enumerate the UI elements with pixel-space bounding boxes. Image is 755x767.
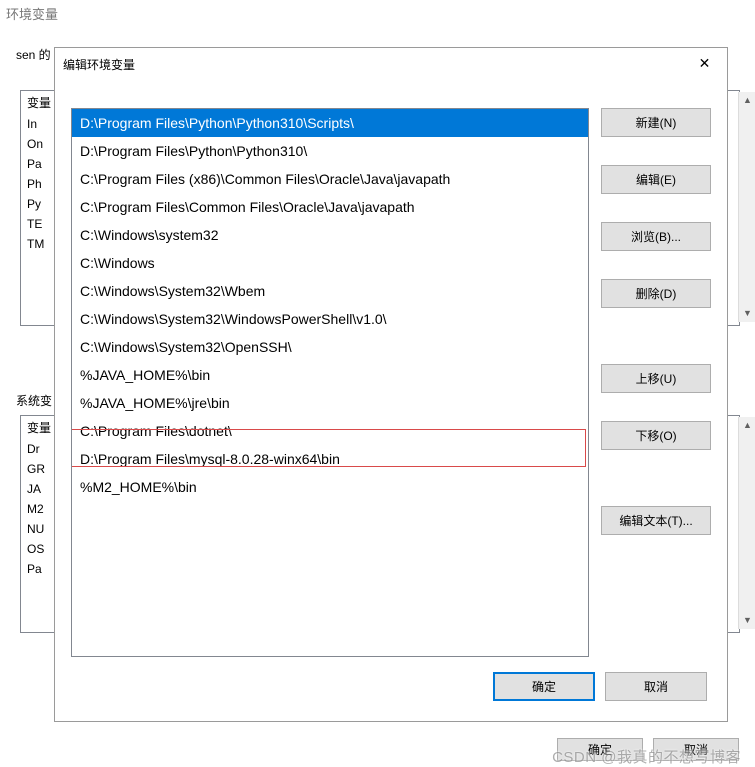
path-entry[interactable]: %M2_HOME%\bin xyxy=(72,473,588,501)
scroll-down-icon[interactable]: ▼ xyxy=(739,612,755,629)
path-entry[interactable]: D:\Program Files\Python\Python310\Script… xyxy=(72,109,588,137)
watermark: CSDN @我真的不想写博客 xyxy=(552,746,741,767)
scroll-up-icon[interactable]: ▲ xyxy=(739,417,755,434)
path-entry[interactable]: %JAVA_HOME%\bin xyxy=(72,361,588,389)
delete-button[interactable]: 删除(D) xyxy=(601,279,711,308)
dialog-title: 编辑环境变量 xyxy=(63,56,135,73)
movedown-button[interactable]: 下移(O) xyxy=(601,421,711,450)
side-buttons: 新建(N) 编辑(E) 浏览(B)... 删除(D) 上移(U) 下移(O) 编… xyxy=(601,108,711,657)
path-entry[interactable]: C:\Windows\system32 xyxy=(72,221,588,249)
cancel-button[interactable]: 取消 xyxy=(605,672,707,701)
user-vars-label: sen 的 xyxy=(16,46,51,63)
path-entries-listbox[interactable]: D:\Program Files\Python\Python310\Script… xyxy=(71,108,589,657)
path-entry[interactable]: C:\Program Files\Common Files\Oracle\Jav… xyxy=(72,193,588,221)
user-vars-scrollbar[interactable]: ▲ ▼ xyxy=(738,92,755,322)
new-button[interactable]: 新建(N) xyxy=(601,108,711,137)
path-entry[interactable]: C:\Windows xyxy=(72,249,588,277)
dialog-footer: 确定 取消 xyxy=(493,672,707,701)
path-entry[interactable]: D:\Program Files\mysql-8.0.28-winx64\bin xyxy=(72,445,588,473)
edit-env-var-dialog: 编辑环境变量 ✕ D:\Program Files\Python\Python3… xyxy=(54,47,728,722)
ok-button[interactable]: 确定 xyxy=(493,672,595,701)
browse-button[interactable]: 浏览(B)... xyxy=(601,222,711,251)
path-entry[interactable]: D:\Program Files\Python\Python310\ xyxy=(72,137,588,165)
scroll-up-icon[interactable]: ▲ xyxy=(739,92,755,109)
dialog-titlebar: 编辑环境变量 ✕ xyxy=(55,48,727,80)
path-entry[interactable]: C:\Windows\System32\OpenSSH\ xyxy=(72,333,588,361)
edit-button[interactable]: 编辑(E) xyxy=(601,165,711,194)
edittext-button[interactable]: 编辑文本(T)... xyxy=(601,506,711,535)
close-button[interactable]: ✕ xyxy=(682,48,727,78)
path-entry[interactable]: C:\Program Files\dotnet\ xyxy=(72,417,588,445)
path-entry[interactable]: %JAVA_HOME%\jre\bin xyxy=(72,389,588,417)
sys-vars-scrollbar[interactable]: ▲ ▼ xyxy=(738,417,755,629)
moveup-button[interactable]: 上移(U) xyxy=(601,364,711,393)
path-entry[interactable]: C:\Windows\System32\Wbem xyxy=(72,277,588,305)
path-entry[interactable]: C:\Program Files (x86)\Common Files\Orac… xyxy=(72,165,588,193)
close-icon: ✕ xyxy=(699,55,711,72)
system-vars-label: 系统变 xyxy=(16,392,52,409)
scroll-down-icon[interactable]: ▼ xyxy=(739,305,755,322)
path-entry[interactable]: C:\Windows\System32\WindowsPowerShell\v1… xyxy=(72,305,588,333)
bg-window-title: 环境变量 xyxy=(6,4,58,23)
